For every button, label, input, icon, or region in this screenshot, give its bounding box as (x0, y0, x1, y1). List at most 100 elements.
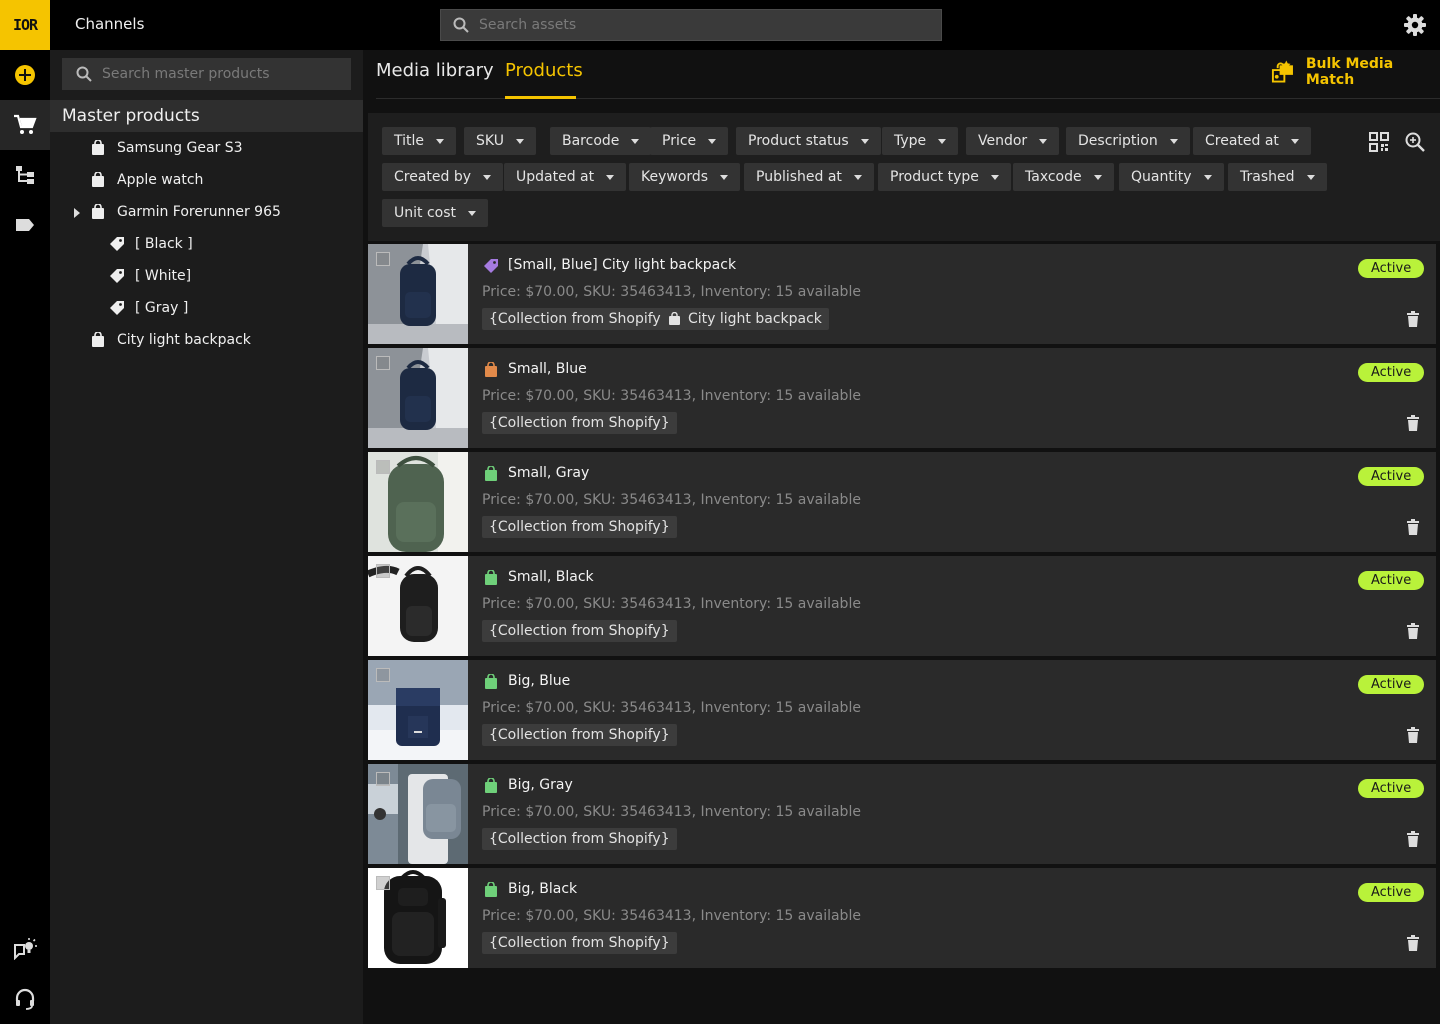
product-thumbnail[interactable] (368, 452, 468, 552)
trash-icon[interactable] (1406, 623, 1420, 639)
dropdown-arrow-icon (990, 174, 999, 180)
product-title[interactable]: Small, Gray (508, 465, 589, 481)
product-title[interactable]: Big, Blue (508, 673, 570, 689)
product-row[interactable]: Small, Blue Price: $70.00, SKU: 35463413… (368, 348, 1436, 448)
rail-labels-button[interactable] (0, 200, 50, 250)
filter-taxcode[interactable]: Taxcode (1013, 163, 1114, 191)
tree-item-garmin-forerunner-965[interactable]: Garmin Forerunner 965 (91, 200, 281, 224)
app-logo[interactable]: IOR (0, 0, 50, 50)
bag-icon (485, 362, 497, 377)
trash-icon[interactable] (1406, 519, 1420, 535)
select-checkbox[interactable] (376, 668, 390, 682)
rail-products-button[interactable] (0, 100, 50, 150)
collection-tag[interactable]: {Collection from Shopify} (482, 412, 677, 434)
filter-title[interactable]: Title (382, 127, 457, 155)
filter-product-status[interactable]: Product status (736, 127, 881, 155)
collection-tag[interactable]: {Collection from Shopify} (482, 620, 677, 642)
product-row[interactable]: Big, Black Price: $70.00, SKU: 35463413,… (368, 868, 1436, 968)
product-title[interactable]: Small, Black (508, 569, 594, 585)
trash-icon[interactable] (1406, 311, 1420, 327)
filter-published-at[interactable]: Published at (744, 163, 874, 191)
trash-icon[interactable] (1406, 831, 1420, 847)
filter-created-by[interactable]: Created by (382, 163, 504, 191)
tree-item-city-light-backpack[interactable]: City light backpack (91, 328, 251, 352)
tree-item-apple-watch[interactable]: Apple watch (91, 168, 203, 192)
rail-hierarchy-button[interactable] (0, 150, 50, 200)
filter-type[interactable]: Type (882, 127, 959, 155)
settings-gear-icon[interactable] (1403, 13, 1427, 37)
filter-vendor[interactable]: Vendor (966, 127, 1060, 155)
product-thumbnail[interactable] (368, 764, 468, 864)
headset-icon (15, 988, 35, 1010)
tab-media-library[interactable]: Media library (376, 60, 494, 81)
product-thumbnail[interactable] (368, 868, 468, 968)
collection-tag[interactable]: {Collection from Shopify} (482, 828, 677, 850)
filter-quantity[interactable]: Quantity (1119, 163, 1224, 191)
expand-caret-icon[interactable] (74, 208, 80, 218)
filter-label: Barcode (562, 133, 620, 149)
product-title[interactable]: Big, Black (508, 881, 577, 897)
product-row[interactable]: [Small, Blue] City light backpack Price:… (368, 244, 1436, 344)
collection-tag[interactable]: {Collection from Shopify} (482, 516, 677, 538)
master-product-tag[interactable]: City light backpack (661, 308, 829, 330)
filter-product-type[interactable]: Product type (878, 163, 1011, 191)
product-thumbnail[interactable] (368, 660, 468, 760)
tree-item-samsung-gear-s3[interactable]: Samsung Gear S3 (91, 136, 243, 160)
product-row[interactable]: Small, Gray Price: $70.00, SKU: 35463413… (368, 452, 1436, 552)
filter-label: Updated at (516, 169, 595, 185)
filter-barcode[interactable]: Barcode (550, 127, 652, 155)
dropdown-arrow-icon (1306, 174, 1315, 180)
tab-products[interactable]: Products (505, 60, 583, 81)
trash-icon[interactable] (1406, 935, 1420, 951)
product-meta: Price: $70.00, SKU: 35463413, Inventory:… (482, 492, 861, 508)
filter-keywords[interactable]: Keywords (629, 163, 741, 191)
product-row[interactable]: Big, Gray Price: $70.00, SKU: 35463413, … (368, 764, 1436, 864)
tree-item-variant-gray[interactable]: [ Gray ] (109, 296, 188, 320)
select-checkbox[interactable] (376, 356, 390, 370)
search-assets-box[interactable] (440, 9, 942, 41)
product-thumbnail[interactable] (368, 556, 468, 656)
collection-tag[interactable]: {Collection from Shopify} (482, 308, 677, 330)
master-search-box[interactable] (62, 58, 351, 90)
filter-created-at[interactable]: Created at (1193, 127, 1311, 155)
filter-price[interactable]: Price (650, 127, 729, 155)
select-checkbox[interactable] (376, 772, 390, 786)
zoom-search-icon[interactable] (1404, 131, 1426, 153)
select-checkbox[interactable] (376, 564, 390, 578)
search-icon (453, 17, 469, 33)
product-thumbnail[interactable] (368, 348, 468, 448)
filter-sku[interactable]: SKU (464, 127, 536, 155)
product-title[interactable]: Small, Blue (508, 361, 587, 377)
search-assets-input[interactable] (479, 17, 879, 33)
bulk-media-match-button[interactable]: Bulk Media Match (1271, 56, 1440, 88)
select-checkbox[interactable] (376, 460, 390, 474)
product-title[interactable]: [Small, Blue] City light backpack (508, 257, 736, 273)
trash-icon[interactable] (1406, 415, 1420, 431)
cart-icon (14, 114, 37, 134)
master-search-input[interactable] (102, 66, 342, 82)
tag-icon (109, 236, 125, 252)
filter-trashed[interactable]: Trashed (1228, 163, 1327, 191)
dropdown-arrow-icon (1093, 174, 1102, 180)
filter-unit-cost[interactable]: Unit cost (382, 199, 488, 227)
rail-support-button[interactable] (0, 974, 50, 1024)
qr-view-icon[interactable] (1368, 131, 1390, 153)
product-row[interactable]: Small, Black Price: $70.00, SKU: 3546341… (368, 556, 1436, 656)
tree-item-variant-black[interactable]: [ Black ] (109, 232, 193, 256)
master-products-header[interactable]: Master products (50, 100, 363, 132)
collection-tag[interactable]: {Collection from Shopify} (482, 724, 677, 746)
rail-feedback-button[interactable] (0, 924, 50, 974)
filter-updated-at[interactable]: Updated at (504, 163, 627, 191)
filter-description[interactable]: Description (1066, 127, 1190, 155)
trash-icon[interactable] (1406, 727, 1420, 743)
tree-item-variant-white[interactable]: [ White] (109, 264, 191, 288)
filter-label: Created by (394, 169, 472, 185)
tree-item-label: Samsung Gear S3 (117, 140, 243, 156)
rail-add-button[interactable] (0, 50, 50, 100)
collection-tag[interactable]: {Collection from Shopify} (482, 932, 677, 954)
product-row[interactable]: Big, Blue Price: $70.00, SKU: 35463413, … (368, 660, 1436, 760)
product-title[interactable]: Big, Gray (508, 777, 573, 793)
select-checkbox[interactable] (376, 876, 390, 890)
product-thumbnail[interactable] (368, 244, 468, 344)
select-checkbox[interactable] (376, 252, 390, 266)
